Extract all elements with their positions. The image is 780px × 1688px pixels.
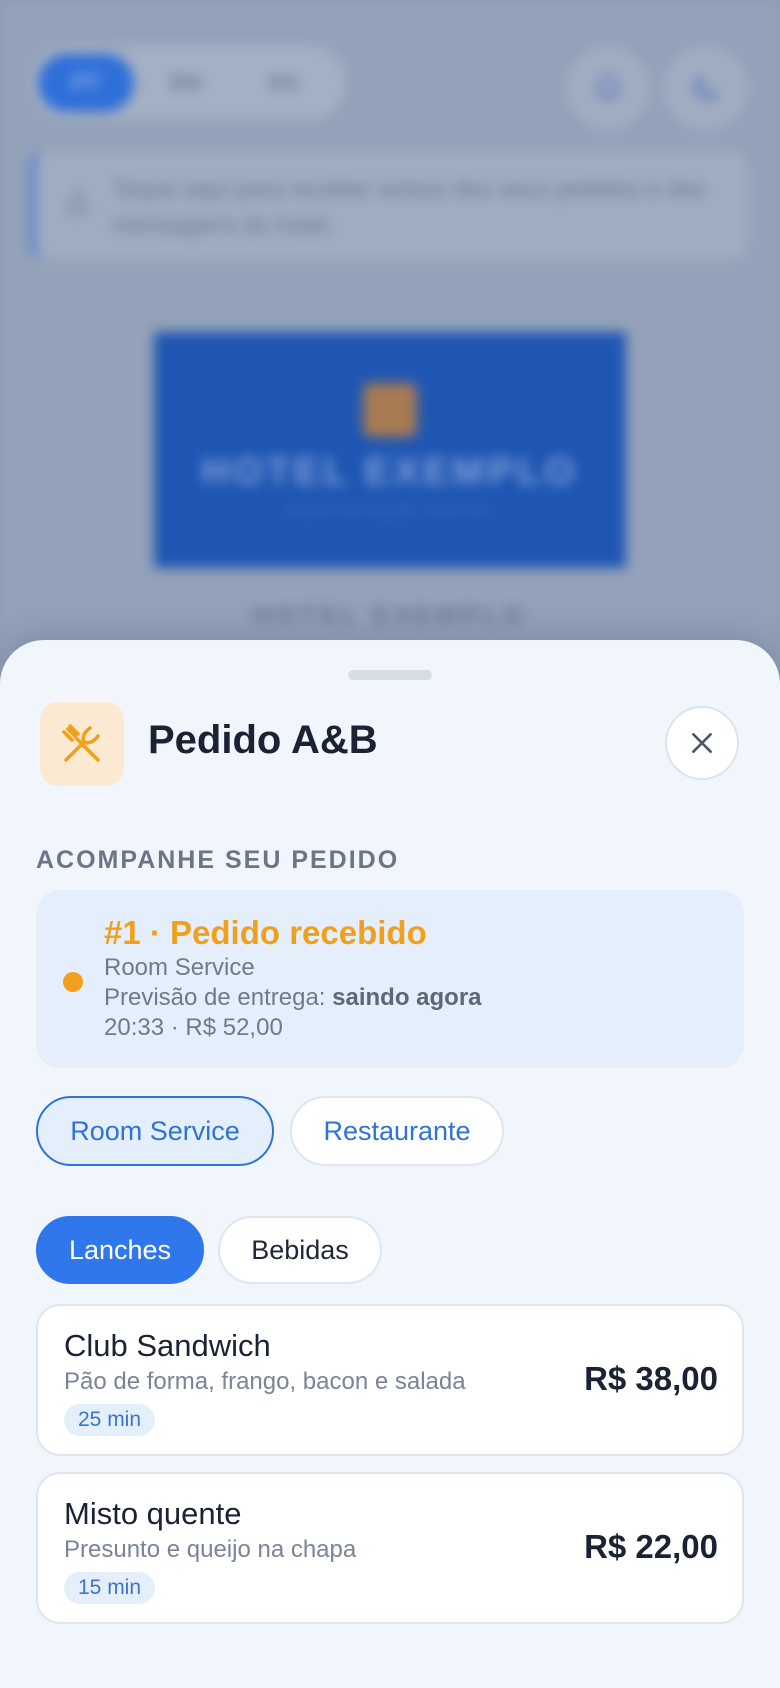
language-es[interactable]: ES <box>236 54 332 112</box>
order-bottom-sheet: Pedido A&B ACOMPANHE SEU PEDIDO #1 · Ped… <box>0 640 780 1688</box>
order-eta-label: Previsão de entrega: <box>104 984 326 1011</box>
push-notice-banner[interactable]: Toque aqui para receber avisos dos seus … <box>30 150 748 260</box>
menu-item[interactable]: Club Sandwich Pão de forma, frango, baco… <box>36 1304 744 1456</box>
menu-item-price: R$ 22,00 <box>584 1528 718 1565</box>
bell-icon <box>594 73 622 103</box>
menu-item-time-badge: 25 min <box>64 1404 156 1436</box>
sheet-drag-handle[interactable] <box>348 670 432 680</box>
menu-item-price: R$ 38,00 <box>584 1360 718 1397</box>
sheet-header-icon <box>40 702 124 786</box>
close-button[interactable] <box>665 706 739 780</box>
menu-item-time-badge: 15 min <box>64 1572 156 1604</box>
order-service: Room Service <box>104 954 255 981</box>
moon-icon <box>693 75 719 101</box>
menu-item-description: Presunto e queijo na chapa <box>64 1536 357 1563</box>
category-bebidas[interactable]: Bebidas <box>218 1216 382 1284</box>
hotel-name-caption: HOTEL EXEMPLO <box>253 600 527 630</box>
notifications-button[interactable] <box>566 46 650 130</box>
logo-name: HOTEL EXEMPLO <box>201 450 579 493</box>
hotel-emblem-icon <box>363 382 417 437</box>
close-icon <box>692 733 712 753</box>
menu-item-description: Pão de forma, frango, bacon e salada <box>64 1368 466 1395</box>
menu-item-name: Misto quente <box>64 1496 242 1531</box>
order-eta: Previsão de entrega: saindo agora <box>104 984 482 1012</box>
share-icon <box>68 190 88 214</box>
order-eta-value: saindo agora <box>332 984 482 1011</box>
order-status-card[interactable]: #1 · Pedido recebido Room Service Previs… <box>36 890 744 1068</box>
utensils-icon <box>62 724 100 762</box>
theme-toggle-button[interactable] <box>664 46 748 130</box>
section-label: ACOMPANHE SEU PEDIDO <box>36 846 400 874</box>
menu-item-name: Club Sandwich <box>64 1328 271 1363</box>
background-page: PT EN ES Toque aqui para receber avisos … <box>0 0 780 700</box>
tab-restaurante[interactable]: Restaurante <box>290 1096 504 1166</box>
language-switcher[interactable]: PT EN ES <box>30 46 346 120</box>
hotel-logo: HOTEL EXEMPLO HOSPITALIDADE DIGITAL <box>154 332 626 568</box>
push-notice-text: Toque aqui para receber avisos dos seus … <box>112 176 706 239</box>
menu-item[interactable]: Misto quente Presunto e queijo na chapa … <box>36 1472 744 1624</box>
order-meta: 20:33 · R$ 52,00 <box>104 1014 283 1041</box>
language-en[interactable]: EN <box>138 54 234 112</box>
sheet-title: Pedido A&B <box>148 718 378 762</box>
logo-subtitle: HOSPITALIDADE DIGITAL <box>286 503 494 518</box>
status-dot-icon <box>63 972 83 992</box>
language-pt[interactable]: PT <box>38 54 134 112</box>
tab-room-service[interactable]: Room Service <box>36 1096 274 1166</box>
category-lanches[interactable]: Lanches <box>36 1216 204 1284</box>
order-status-title: #1 · Pedido recebido <box>104 914 427 951</box>
